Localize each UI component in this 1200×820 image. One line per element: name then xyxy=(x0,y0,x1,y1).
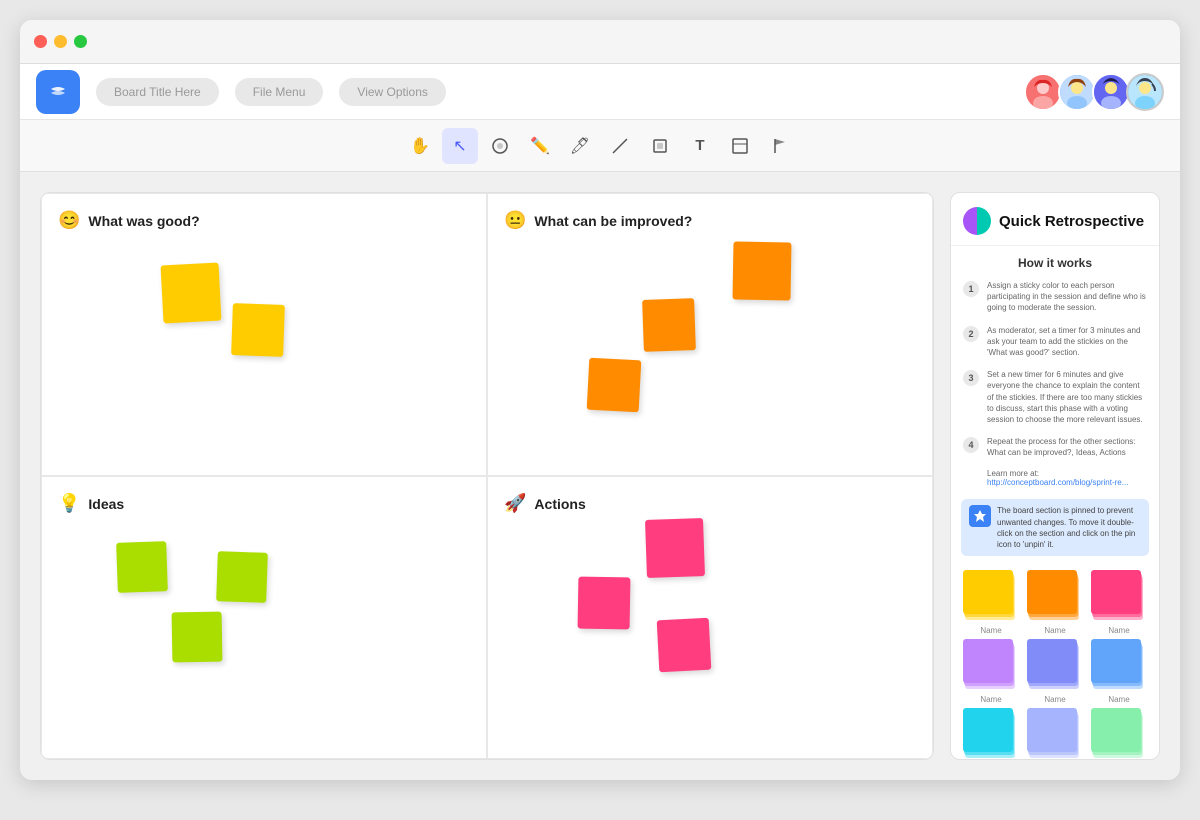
shape-tool[interactable] xyxy=(482,128,518,164)
step-3-number: 3 xyxy=(963,370,979,386)
sticky-note[interactable] xyxy=(657,618,712,673)
pin-notice-text: The board section is pinned to prevent u… xyxy=(997,505,1141,550)
swatch-green: Name xyxy=(1089,708,1149,760)
board-title-pill[interactable]: Board Title Here xyxy=(96,78,219,106)
sidebar-panel: Quick Retrospective How it works 1 Assig… xyxy=(950,192,1160,760)
window-controls xyxy=(34,35,87,48)
select-tool[interactable]: ↖ xyxy=(442,128,478,164)
sticky-note[interactable] xyxy=(231,303,285,357)
line-tool[interactable] xyxy=(602,128,638,164)
panel-title: Quick Retrospective xyxy=(999,213,1144,230)
flag-tool[interactable] xyxy=(762,128,798,164)
sticky-note[interactable] xyxy=(645,518,705,578)
sticky-note[interactable] xyxy=(578,577,631,630)
swatch-lightblue: Name xyxy=(1025,708,1085,760)
swatch-blue: Name xyxy=(1089,639,1149,704)
titlebar xyxy=(20,20,1180,64)
swatch-purple: Name xyxy=(961,639,1021,704)
sticky-note[interactable] xyxy=(116,541,168,593)
section-actions-header: 🚀 Actions xyxy=(504,493,916,514)
step-2-text: As moderator, set a timer for 3 minutes … xyxy=(987,325,1147,359)
toolbar: ✋ ↖ ✏️ 🖊 T xyxy=(20,120,1180,172)
swatch-orange-label: Name xyxy=(1044,626,1065,635)
how-it-works-title: How it works xyxy=(951,246,1159,276)
step-1-text: Assign a sticky color to each person par… xyxy=(987,280,1147,314)
section-ideas-header: 💡 Ideas xyxy=(58,493,470,514)
marker-tool[interactable]: 🖊 xyxy=(562,128,598,164)
color-swatches-grid: Name Name Name xyxy=(951,562,1159,760)
section-improve[interactable]: 😐 What can be improved? xyxy=(487,193,933,476)
avatar-3[interactable] xyxy=(1092,73,1130,111)
step-4-number: 4 xyxy=(963,437,979,453)
section-good-icon: 😊 xyxy=(58,210,80,231)
minimize-button[interactable] xyxy=(54,35,67,48)
sticky-note[interactable] xyxy=(161,263,222,324)
step-3-text: Set a new timer for 6 minutes and give e… xyxy=(987,369,1147,425)
step-1: 1 Assign a sticky color to each person p… xyxy=(951,276,1159,318)
step-1-number: 1 xyxy=(963,281,979,297)
view-options-text: View Options xyxy=(357,85,427,99)
file-menu-text: File Menu xyxy=(253,85,306,99)
section-ideas-title: Ideas xyxy=(88,496,124,512)
step-3: 3 Set a new timer for 6 minutes and give… xyxy=(951,365,1159,429)
swatch-orange: Name xyxy=(1025,570,1085,635)
crop-tool[interactable] xyxy=(642,128,678,164)
swatch-yellow: Name xyxy=(961,570,1021,635)
board-title-text: Board Title Here xyxy=(114,85,201,99)
navbar-left: Board Title Here File Menu View Options xyxy=(36,70,446,114)
avatar-1[interactable] xyxy=(1024,73,1062,111)
pen-tool[interactable]: ✏️ xyxy=(522,128,558,164)
sticky-note[interactable] xyxy=(216,551,268,603)
learn-more: Learn more at: http://conceptboard.com/b… xyxy=(951,465,1159,493)
sticky-tool[interactable] xyxy=(722,128,758,164)
step-2: 2 As moderator, set a timer for 3 minute… xyxy=(951,321,1159,363)
section-good-header: 😊 What was good? xyxy=(58,210,470,231)
section-actions-title: Actions xyxy=(534,496,585,512)
section-improve-header: 😐 What can be improved? xyxy=(504,210,916,231)
section-ideas-icon: 💡 xyxy=(58,493,80,514)
navbar: Board Title Here File Menu View Options xyxy=(20,64,1180,120)
logo[interactable] xyxy=(36,70,80,114)
avatar-current-user[interactable] xyxy=(1126,73,1164,111)
swatch-indigo-label: Name xyxy=(1044,695,1065,704)
sticky-note[interactable] xyxy=(642,298,696,352)
file-menu-pill[interactable]: File Menu xyxy=(235,78,324,106)
text-tool[interactable]: T xyxy=(682,128,718,164)
section-good[interactable]: 😊 What was good? xyxy=(41,193,487,476)
swatch-cyan: Name xyxy=(961,708,1021,760)
section-actions-icon: 🚀 xyxy=(504,493,526,514)
swatch-yellow-label: Name xyxy=(980,626,1001,635)
maximize-button[interactable] xyxy=(74,35,87,48)
step-4: 4 Repeat the process for the other secti… xyxy=(951,432,1159,462)
sticky-note[interactable] xyxy=(587,358,642,413)
swatch-purple-label: Name xyxy=(980,695,1001,704)
learn-more-link[interactable]: http://conceptboard.com/blog/sprint-re..… xyxy=(987,478,1128,487)
panel-logo-icon xyxy=(963,207,991,235)
swatch-indigo: Name xyxy=(1025,639,1085,704)
section-good-title: What was good? xyxy=(88,213,199,229)
swatch-blue-label: Name xyxy=(1108,695,1129,704)
close-button[interactable] xyxy=(34,35,47,48)
step-2-number: 2 xyxy=(963,326,979,342)
app-window: Board Title Here File Menu View Options xyxy=(20,20,1180,780)
section-improve-icon: 😐 xyxy=(504,210,526,231)
swatch-pink-label: Name xyxy=(1108,626,1129,635)
learn-more-text: Learn more at: xyxy=(987,469,1039,478)
section-actions[interactable]: 🚀 Actions xyxy=(487,476,933,759)
step-4-text: Repeat the process for the other section… xyxy=(987,436,1147,458)
panel-header: Quick Retrospective xyxy=(951,193,1159,246)
section-ideas[interactable]: 💡 Ideas xyxy=(41,476,487,759)
hand-tool[interactable]: ✋ xyxy=(402,128,438,164)
canvas-area: 😊 What was good? 😐 What can be improved? xyxy=(20,172,1180,780)
pin-notice: The board section is pinned to prevent u… xyxy=(961,499,1149,556)
retro-board: 😊 What was good? 😐 What can be improved? xyxy=(40,192,934,760)
pin-icon xyxy=(969,505,991,527)
user-avatars xyxy=(1032,73,1164,111)
view-options-pill[interactable]: View Options xyxy=(339,78,445,106)
sticky-note[interactable] xyxy=(172,612,223,663)
sticky-note[interactable] xyxy=(732,241,791,300)
section-improve-title: What can be improved? xyxy=(534,213,692,229)
swatch-pink: Name xyxy=(1089,570,1149,635)
avatar-2[interactable] xyxy=(1058,73,1096,111)
